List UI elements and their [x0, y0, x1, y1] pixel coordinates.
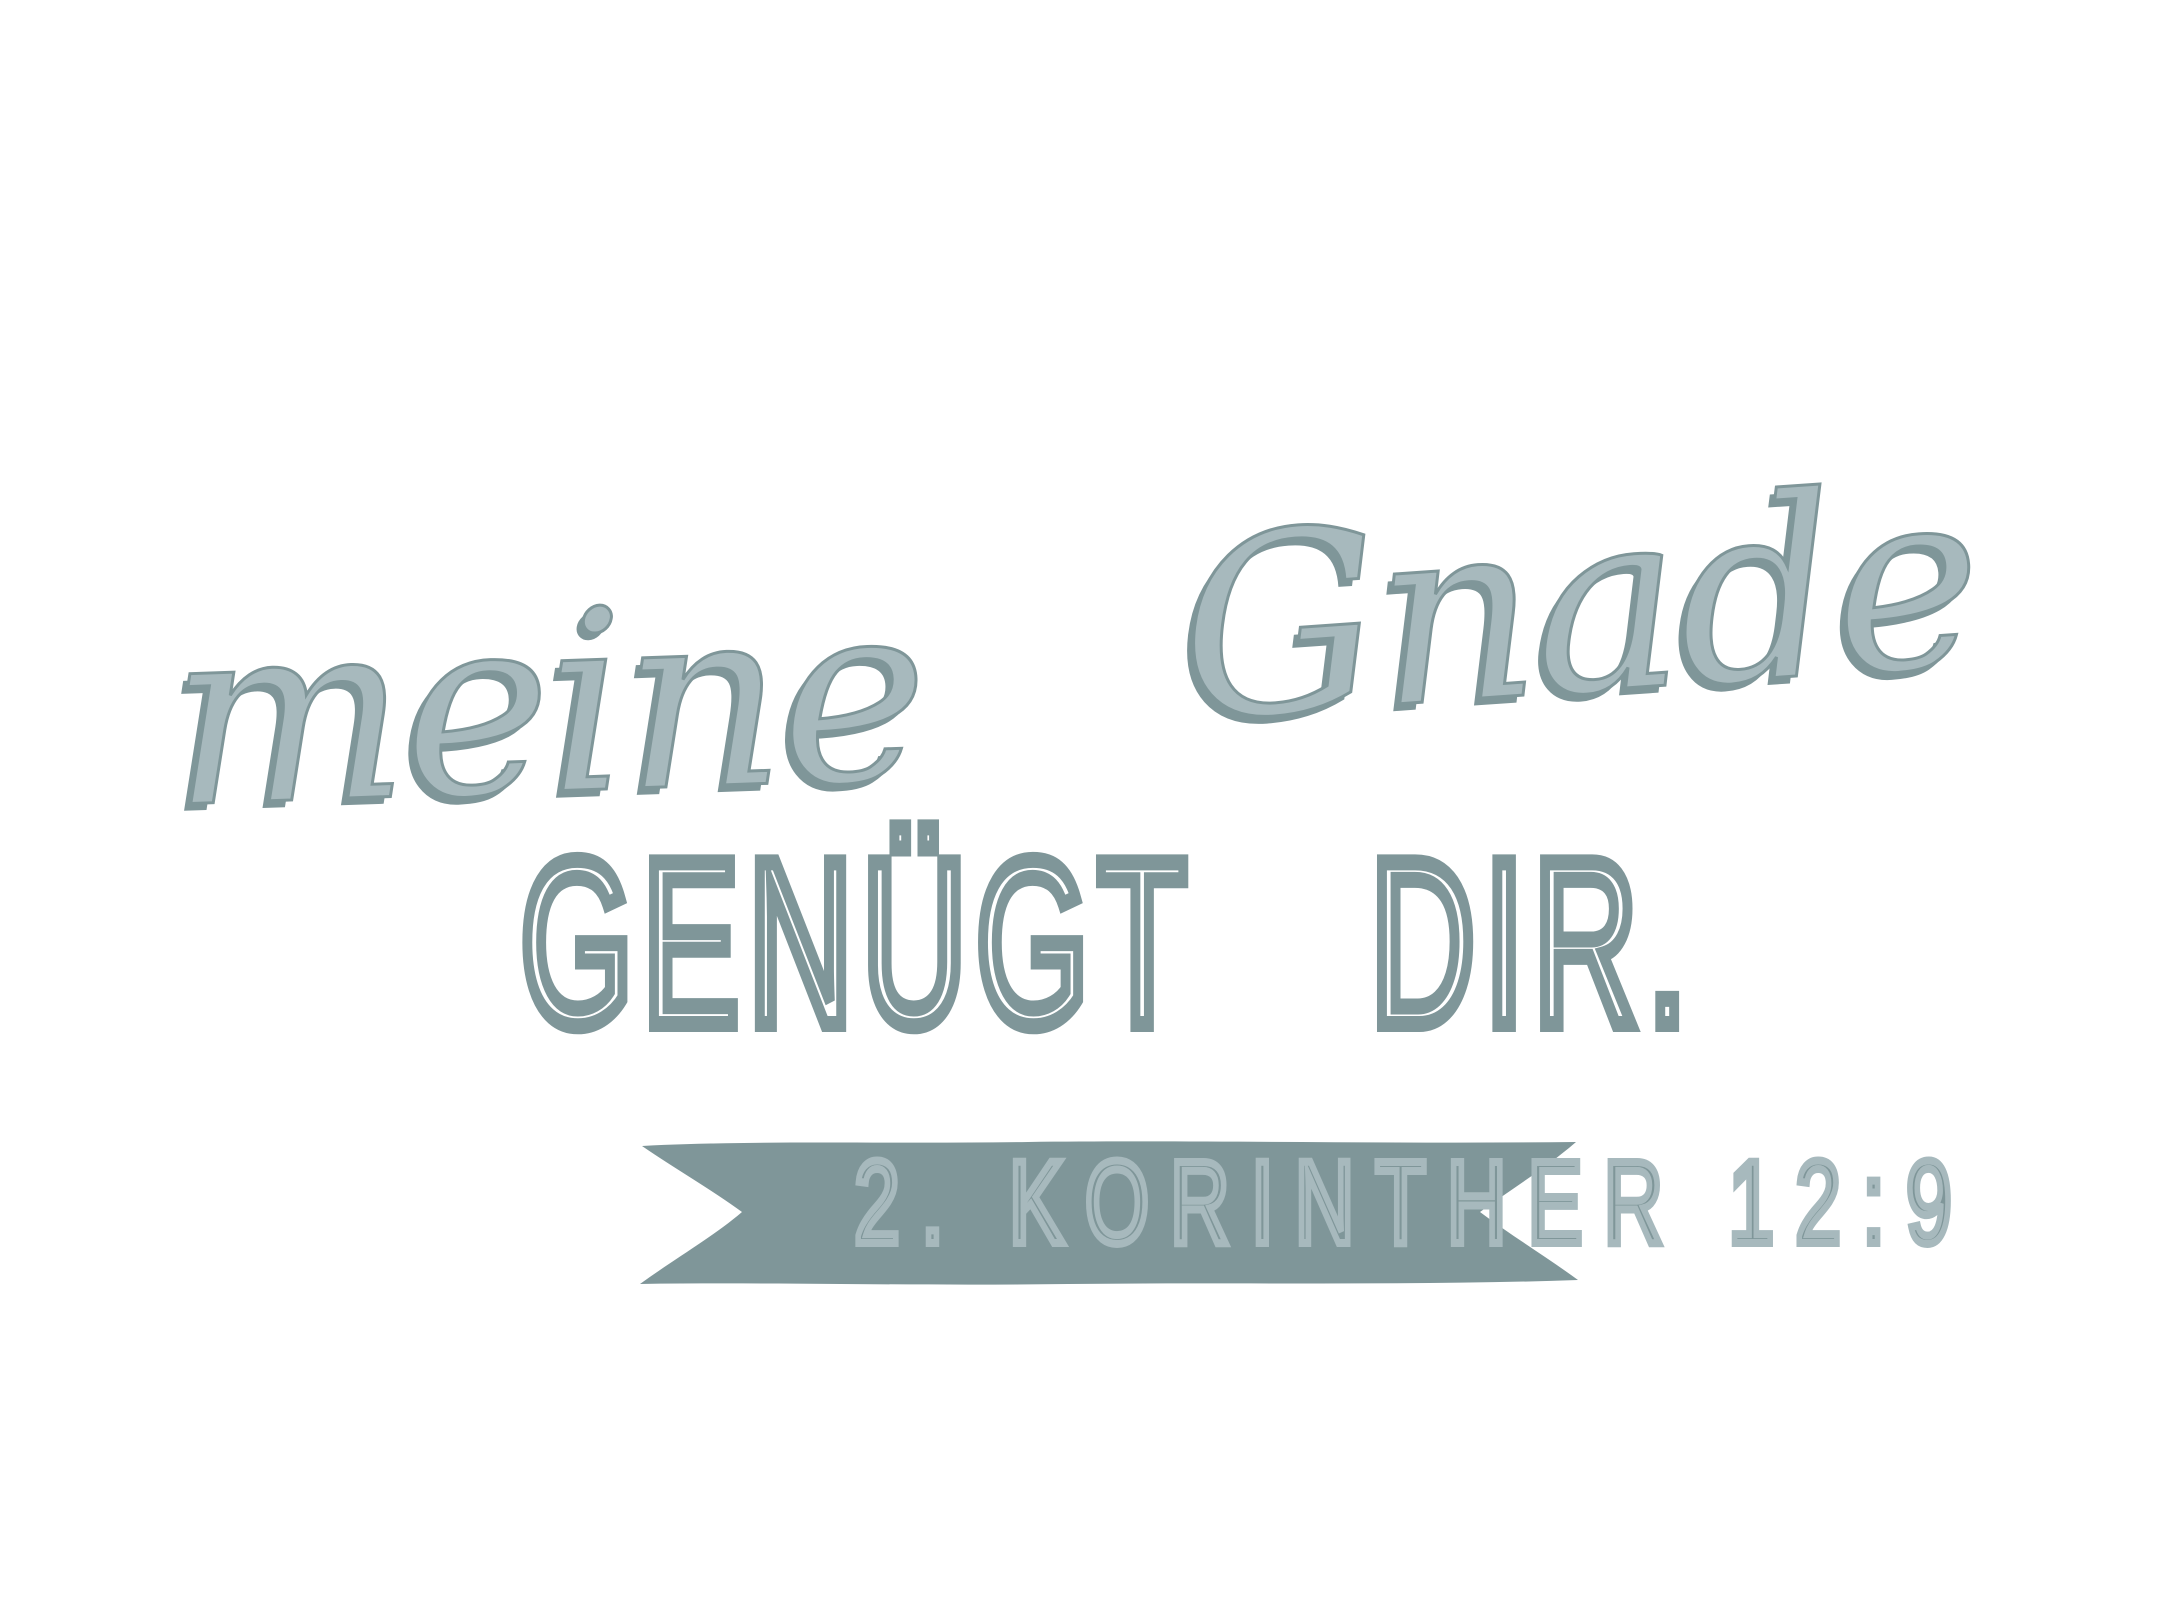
artwork-canvas: meine Gnade GENÜGT DIR. 2. KORINTHER 12:…: [0, 0, 2160, 1620]
script-word-gnade: Gnade: [1169, 430, 1988, 779]
caps-word-genuegt: GENÜGT: [515, 811, 1196, 1074]
script-line: meine Gnade: [0, 400, 2160, 865]
script-word-meine: meine: [164, 544, 931, 864]
reference-banner: 2. KORINTHER 12:9: [628, 1128, 1973, 1296]
reference-text: 2. KORINTHER 12:9: [851, 1137, 1973, 1269]
caps-word-dir: DIR.: [1365, 811, 1697, 1074]
